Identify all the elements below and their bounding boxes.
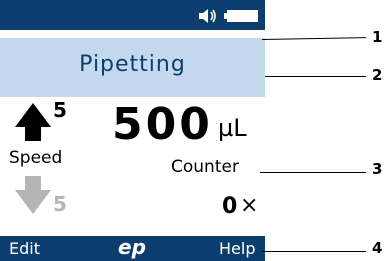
edit-softkey[interactable]: Edit xyxy=(9,239,40,258)
callout-line-4 xyxy=(262,251,366,252)
speaker-icon xyxy=(199,9,216,23)
callout-line-3 xyxy=(260,172,366,173)
counter-value: 0 xyxy=(222,194,238,219)
callout-line-2 xyxy=(265,76,366,77)
callout-line-1 xyxy=(261,37,366,40)
volume-value: 500 xyxy=(112,99,213,150)
battery-icon xyxy=(224,10,258,22)
ep-logo: ep xyxy=(118,235,146,259)
help-softkey[interactable]: Help xyxy=(219,239,255,258)
dispense-speed-arrow-icon xyxy=(15,176,51,214)
counter-suffix: × xyxy=(240,193,259,218)
callout-number-1: 1 xyxy=(372,28,383,46)
counter-label: Counter xyxy=(171,157,239,177)
callout-number-2: 2 xyxy=(372,66,383,84)
page-title: Pipetting xyxy=(79,52,186,77)
aspirate-speed-arrow-icon xyxy=(15,103,51,141)
aspirate-speed-value: 5 xyxy=(53,98,67,122)
speed-label: Speed xyxy=(9,148,63,168)
callout-number-4: 4 xyxy=(372,239,383,257)
callout-number-3: 3 xyxy=(372,160,383,178)
volume-unit: µL xyxy=(218,114,247,142)
pipette-display: Pipetting 5 Speed 5 500 µL Counter 0 × E… xyxy=(0,0,265,261)
dispense-speed-value: 5 xyxy=(53,192,67,216)
